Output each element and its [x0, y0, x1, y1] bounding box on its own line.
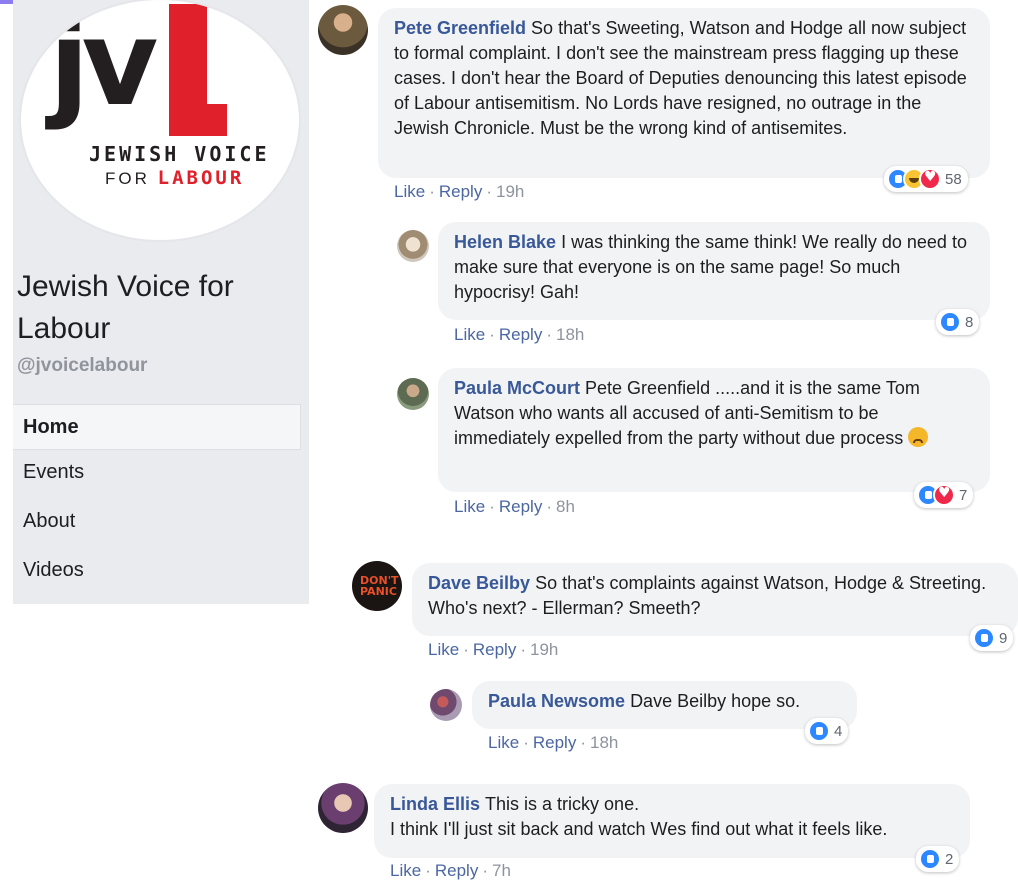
comment-actions: Like · Reply · 8h	[454, 497, 575, 516]
comment-actions: Like · Reply · 7h	[390, 861, 511, 880]
reaction-summary[interactable]: 9	[970, 625, 1014, 651]
reply-link[interactable]: Reply	[499, 497, 542, 516]
love-reaction-icon	[933, 484, 955, 506]
reaction-summary[interactable]: 58	[884, 166, 968, 192]
like-link[interactable]: Like	[454, 497, 485, 516]
love-reaction-icon	[919, 168, 941, 190]
page-nav: Home Events About Videos	[13, 404, 301, 597]
like-link[interactable]: Like	[390, 861, 421, 880]
reply-link[interactable]: Reply	[499, 325, 542, 344]
reply-link[interactable]: Reply	[439, 182, 482, 201]
like-reaction-icon	[939, 311, 961, 333]
logo-line2: FOR LABOUR	[105, 167, 245, 189]
avatar[interactable]	[397, 230, 429, 262]
nav-item-home[interactable]: Home	[13, 404, 301, 450]
reaction-summary[interactable]: 7	[914, 482, 974, 508]
reaction-count: 9	[999, 629, 1008, 647]
comment-author[interactable]: Paula Newsome	[488, 691, 625, 711]
like-reaction-icon	[919, 848, 941, 870]
comment-time[interactable]: 18h	[590, 733, 618, 752]
reaction-summary[interactable]: 8	[936, 309, 980, 335]
reaction-count: 8	[965, 313, 974, 331]
comment-time[interactable]: 19h	[496, 182, 524, 201]
comment-text: Dave Beilby hope so.	[630, 691, 801, 711]
nav-item-videos[interactable]: Videos	[13, 548, 301, 597]
reply-link[interactable]: Reply	[473, 640, 516, 659]
comment-time[interactable]: 7h	[492, 861, 511, 880]
comment-author[interactable]: Paula McCourt	[454, 378, 580, 398]
reply-link[interactable]: Reply	[533, 733, 576, 752]
nav-item-events[interactable]: Events	[13, 450, 301, 499]
like-reaction-icon	[808, 720, 830, 742]
like-link[interactable]: Like	[488, 733, 519, 752]
page-title[interactable]: Jewish Voice for Labour	[17, 266, 297, 350]
page-sidebar: jv JEWISH VOICE FOR LABOUR Jewish Voice …	[13, 0, 309, 604]
page-handle[interactable]: @jvoicelabour	[17, 355, 147, 377]
comment-bubble: Paula McCourt Pete Greenfield .....and it…	[438, 368, 990, 492]
reply-link[interactable]: Reply	[435, 861, 478, 880]
avatar[interactable]	[318, 5, 368, 55]
comment-text: This is a tricky one.	[485, 794, 640, 814]
page-profile-picture[interactable]: jv JEWISH VOICE FOR LABOUR	[19, 0, 301, 242]
reaction-count: 7	[959, 486, 968, 504]
comment-time[interactable]: 8h	[556, 497, 575, 516]
comment-bubble: Pete Greenfield So that's Sweeting, Watso…	[378, 8, 990, 178]
avatar[interactable]	[430, 689, 462, 721]
comment-time[interactable]: 19h	[530, 640, 558, 659]
comment-text-line2: I think I'll just sit back and watch Wes…	[390, 819, 888, 839]
comment-bubble: Helen Blake I was thinking the same think…	[438, 222, 990, 320]
reaction-summary[interactable]: 2	[916, 846, 960, 872]
reaction-count: 2	[945, 850, 954, 868]
like-link[interactable]: Like	[394, 182, 425, 201]
sad-face-icon	[908, 427, 929, 447]
like-reaction-icon	[973, 627, 995, 649]
comment-actions: Like · Reply · 18h	[454, 325, 585, 344]
logo-red-l	[169, 4, 227, 136]
comment-author[interactable]: Pete Greenfield	[394, 18, 526, 38]
avatar-text: DON'T PANIC	[360, 574, 399, 598]
avatar[interactable]: DON'T PANIC	[352, 561, 402, 611]
reaction-count: 58	[945, 170, 962, 188]
logo-line1: JEWISH VOICE	[89, 142, 270, 166]
avatar[interactable]	[397, 378, 429, 410]
like-link[interactable]: Like	[454, 325, 485, 344]
like-link[interactable]: Like	[428, 640, 459, 659]
comment-actions: Like · Reply · 19h	[394, 182, 525, 201]
comment-author[interactable]: Linda Ellis	[390, 794, 480, 814]
nav-item-about[interactable]: About	[13, 499, 301, 548]
comment-actions: Like · Reply · 18h	[488, 733, 619, 752]
comment-author[interactable]: Dave Beilby	[428, 573, 530, 593]
comment-bubble: Dave Beilby So that's complaints against …	[412, 563, 1018, 636]
comment-author[interactable]: Helen Blake	[454, 232, 556, 252]
comment-bubble: Paula Newsome Dave Beilby hope so.	[472, 681, 857, 729]
comment-actions: Like · Reply · 19h	[428, 640, 559, 659]
avatar[interactable]	[318, 783, 368, 833]
comment-time[interactable]: 18h	[556, 325, 584, 344]
comment-bubble: Linda Ellis This is a tricky one. I think…	[374, 784, 970, 858]
reaction-count: 4	[834, 722, 843, 740]
logo-letters: jv	[49, 0, 158, 132]
reaction-summary[interactable]: 4	[805, 718, 849, 744]
